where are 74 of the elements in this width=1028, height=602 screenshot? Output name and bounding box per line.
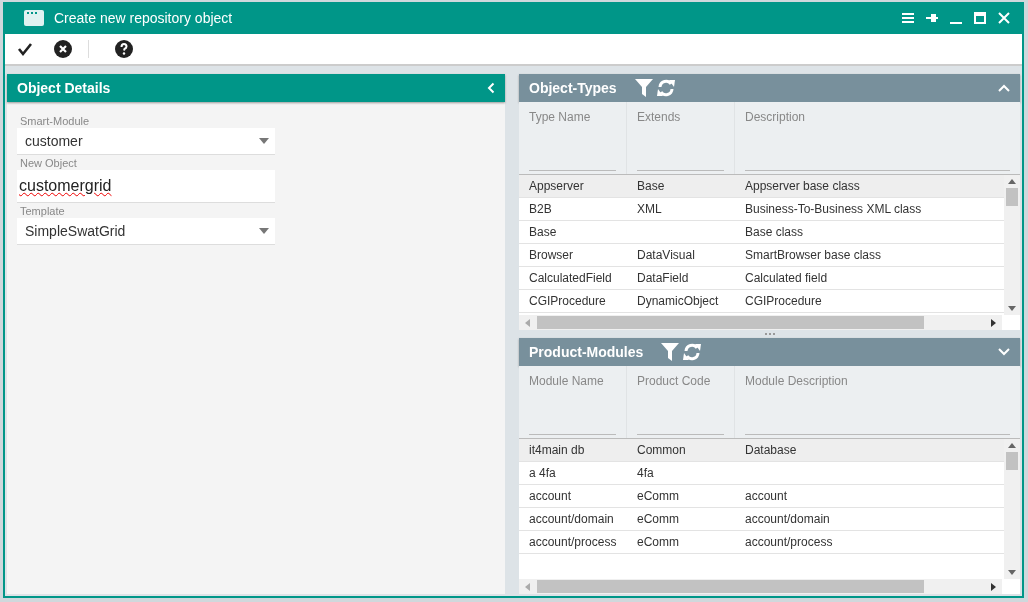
filter-icon[interactable] (634, 79, 653, 97)
table-cell: Base (637, 179, 665, 193)
horizontal-scrollbar[interactable] (519, 579, 1002, 594)
scroll-up-icon[interactable] (1008, 179, 1016, 184)
scroll-thumb[interactable] (1006, 452, 1018, 470)
scroll-left-icon[interactable] (525, 318, 530, 327)
table-cell: Calculated field (745, 271, 828, 285)
table-cell: CGIProcedure (745, 294, 822, 308)
collapse-chevron-icon[interactable] (487, 82, 495, 94)
table-cell: account/domain (745, 512, 830, 526)
table-cell: Base class (745, 225, 804, 239)
table-cell: a 4fa (529, 466, 556, 480)
table-cell: account/process (529, 535, 617, 549)
scroll-right-icon[interactable] (991, 318, 996, 327)
table-cell: CGIProcedure (529, 294, 606, 308)
scroll-up-icon[interactable] (1008, 443, 1016, 448)
window-icon (24, 10, 44, 26)
close-icon[interactable] (998, 12, 1010, 24)
vertical-scrollbar[interactable] (1004, 439, 1020, 579)
refresh-icon[interactable] (656, 79, 675, 97)
table-cell: SmartBrowser base class (745, 248, 882, 262)
chevron-up-icon[interactable] (998, 84, 1010, 92)
table-cell: account/domain (529, 512, 614, 526)
filter-icon[interactable] (661, 343, 680, 361)
pin-icon[interactable] (926, 13, 938, 23)
scroll-right-icon[interactable] (991, 582, 996, 591)
table-cell: CalculatedField (529, 271, 612, 285)
dropdown-caret-icon (259, 138, 269, 144)
field-label: Template (20, 205, 65, 217)
table-cell: account/process (745, 535, 833, 549)
table-cell: Browser (529, 248, 573, 262)
scroll-left-icon[interactable] (525, 582, 530, 591)
menu-icon[interactable] (902, 13, 914, 23)
table-cell: eComm (637, 535, 679, 549)
panel-title: Object-Types (529, 80, 617, 96)
window-title: Create new repository object (54, 10, 234, 26)
table-cell: account (529, 489, 572, 503)
table-cell: account (745, 489, 788, 503)
checkmark-icon[interactable] (17, 41, 33, 57)
input-field[interactable]: customergrid (17, 170, 275, 203)
scroll-down-icon[interactable] (1008, 570, 1016, 575)
table-cell: Database (745, 443, 797, 457)
table-row[interactable]: Appserver Base Appserver base class (519, 175, 1004, 198)
table-cell: Base (529, 225, 557, 239)
field-label: Smart-Module (20, 115, 90, 127)
vertical-scrollbar[interactable] (1004, 175, 1020, 315)
chevron-down-icon[interactable] (998, 348, 1010, 356)
cancel-icon[interactable] (54, 40, 89, 58)
scroll-thumb[interactable] (1006, 188, 1018, 206)
table-cell: Appserver base class (745, 179, 860, 193)
panel-title: Product-Modules (529, 344, 644, 360)
field-label: New Object (20, 157, 77, 169)
refresh-icon[interactable] (683, 343, 702, 361)
table-cell: Appserver (529, 179, 584, 193)
dropdown-caret-icon (259, 228, 269, 234)
table-cell: DataVisual (637, 248, 695, 262)
dropdown-field[interactable]: SimpleSwatGrid (17, 218, 275, 245)
maximize-icon[interactable] (974, 12, 986, 24)
table-cell: DataField (637, 271, 689, 285)
table-cell: eComm (637, 489, 679, 503)
scroll-down-icon[interactable] (1008, 306, 1016, 311)
horizontal-scrollbar[interactable] (519, 315, 1002, 330)
table-cell: DynamicObject (637, 294, 719, 308)
table-cell: it4main db (529, 443, 585, 457)
table-cell: Business-To-Business XML class (745, 202, 922, 216)
panel-title: Object Details (17, 80, 111, 96)
table-cell: eComm (637, 512, 679, 526)
table-cell: 4fa (637, 466, 654, 480)
dropdown-field[interactable]: customer (17, 128, 275, 155)
table-cell: B2B (529, 202, 552, 216)
table-row[interactable]: it4main db Common Database (519, 439, 1004, 462)
table-cell: Common (637, 443, 686, 457)
help-icon[interactable] (115, 40, 133, 58)
table-cell: XML (637, 202, 662, 216)
